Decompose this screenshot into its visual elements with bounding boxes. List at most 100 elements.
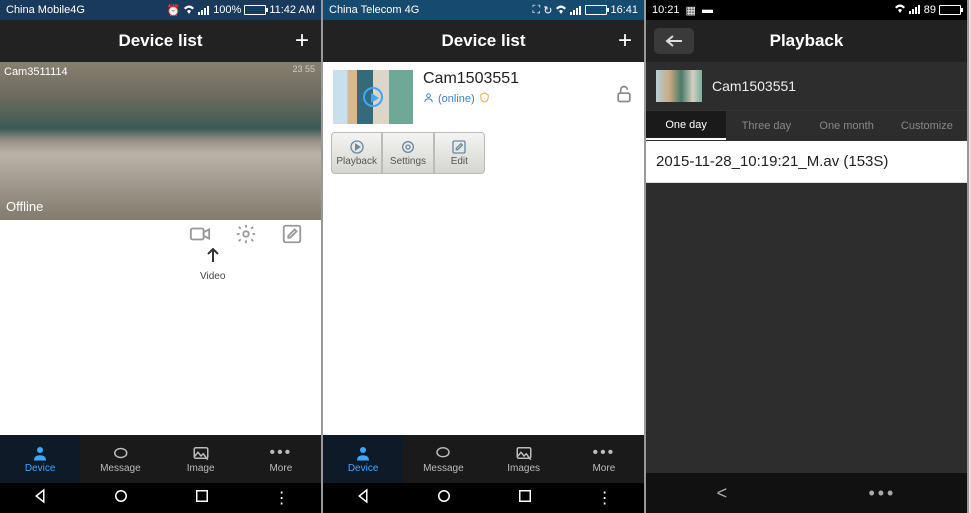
android-nav-bar: ⋮: [323, 483, 644, 513]
tab-more-label: More: [269, 463, 292, 474]
bottom-tabs: Device Message Images ••• More: [323, 435, 644, 483]
back-button[interactable]: [654, 28, 694, 54]
tab-images[interactable]: Images: [484, 435, 564, 483]
edit-label: Edit: [451, 156, 468, 167]
tab-device-label: Device: [25, 463, 56, 474]
phone-screen-3: 10:21 ▦ ▬ 89 Playback Cam1503551 One day…: [646, 0, 969, 513]
wifi-icon: [183, 5, 195, 15]
edit-button[interactable]: Edit: [434, 132, 485, 174]
camera-header: Cam1503551: [646, 62, 967, 111]
android-nav-bar: ⋮: [0, 483, 321, 513]
nav-back-button[interactable]: [354, 487, 372, 510]
tab-more[interactable]: ••• More: [241, 435, 321, 483]
play-icon: [363, 87, 383, 107]
tab-message[interactable]: Message: [403, 435, 483, 483]
camera-status-label: Offline: [6, 199, 43, 214]
header-bar: Device list +: [323, 20, 644, 62]
video-hint-label: Video: [200, 248, 225, 282]
tab-three-day[interactable]: Three day: [726, 111, 806, 140]
tab-one-day[interactable]: One day: [646, 111, 726, 140]
tab-images-label: Images: [507, 463, 540, 474]
tab-more-label: More: [592, 463, 615, 474]
bottom-tabs: Device Message Image ••• More: [0, 435, 321, 483]
status-bar: China Mobile4G ⏰ 100% 11:42 AM: [0, 0, 321, 20]
preview-timestamp: 23 55: [292, 64, 315, 74]
settings-icon[interactable]: [235, 223, 257, 250]
nav-home-button[interactable]: [435, 487, 453, 510]
page-title: Device list: [441, 31, 525, 51]
chat-icon: ▬: [702, 4, 713, 16]
tab-image-label: Image: [187, 463, 215, 474]
camera-info: Cam1503551 (online): [423, 70, 604, 106]
phone-screen-1: China Mobile4G ⏰ 100% 11:42 AM Device li…: [0, 0, 323, 513]
camera-online-label: (online): [438, 93, 475, 105]
recording-file-label: 2015-11-28_10:19:21_M.av (153S): [656, 153, 888, 170]
tab-device-label: Device: [348, 463, 379, 474]
android-nav-bar: < •••: [646, 473, 967, 513]
settings-label: Settings: [390, 156, 426, 167]
battery-pct: 100%: [213, 4, 241, 16]
tab-message[interactable]: Message: [80, 435, 160, 483]
user-icon: [423, 92, 434, 106]
status-bar: China Telecom 4G ⛶ ↻ 16:41: [323, 0, 644, 20]
tab-device[interactable]: Device: [323, 435, 403, 483]
wifi-icon: [894, 4, 906, 17]
camera-thumbnail[interactable]: [333, 70, 413, 124]
phone-screen-2: China Telecom 4G ⛶ ↻ 16:41 Device list +…: [323, 0, 646, 513]
sync-icon: ↻: [543, 4, 552, 17]
tab-message-label: Message: [100, 463, 141, 474]
nav-recent-button[interactable]: [516, 487, 534, 510]
nav-menu-button[interactable]: •••: [868, 483, 896, 504]
battery-icon: [585, 5, 607, 15]
nav-back-button[interactable]: <: [717, 483, 728, 504]
nav-back-button[interactable]: [31, 487, 49, 510]
add-device-button[interactable]: +: [618, 27, 632, 55]
alarm-icon: ⏰: [166, 4, 180, 17]
recording-file-row[interactable]: 2015-11-28_10:19:21_M.av (153S): [646, 141, 967, 183]
battery-icon: [939, 5, 961, 15]
carrier-label: China Telecom 4G: [329, 4, 419, 16]
time-range-tabs: One day Three day One month Customize: [646, 111, 967, 141]
camera-toolbar: [0, 220, 321, 252]
tab-one-month[interactable]: One month: [807, 111, 887, 140]
signal-icon: [909, 4, 921, 17]
status-time: 11:42 AM: [269, 4, 315, 16]
nav-menu-button[interactable]: ⋮: [274, 488, 290, 508]
camera-preview[interactable]: Cam3511114 23 55 Offline: [0, 62, 321, 220]
camera-name-label: Cam1503551: [423, 70, 604, 88]
playback-label: Playback: [336, 156, 377, 167]
header-bar: Device list +: [0, 20, 321, 62]
shield-icon: [479, 92, 490, 106]
grid-icon: ▦: [686, 4, 696, 17]
camera-row[interactable]: Cam1503551 (online): [323, 62, 644, 132]
camera-name-label: Cam1503551: [712, 78, 796, 94]
tab-customize[interactable]: Customize: [887, 111, 967, 140]
tab-message-label: Message: [423, 463, 464, 474]
header-bar: Playback: [646, 20, 967, 62]
camera-id-label: Cam3511114: [4, 66, 68, 78]
camera-thumbnail: [656, 70, 702, 102]
signal-icon: [198, 5, 210, 15]
tab-device[interactable]: Device: [0, 435, 80, 483]
page-title: Playback: [770, 31, 844, 51]
edit-icon[interactable]: [281, 223, 303, 250]
wifi-icon: [555, 5, 567, 15]
video-icon[interactable]: [189, 223, 211, 250]
signal-icon: [570, 5, 582, 15]
carrier-label: China Mobile4G: [6, 4, 85, 16]
add-device-button[interactable]: +: [295, 27, 309, 55]
status-time: 10:21: [652, 4, 680, 16]
playback-button[interactable]: Playback: [331, 132, 382, 174]
battery-icon: [244, 5, 266, 15]
tab-image[interactable]: Image: [161, 435, 241, 483]
nav-menu-button[interactable]: ⋮: [597, 488, 613, 508]
screenshot-icon: ⛶: [533, 4, 541, 17]
tab-more[interactable]: ••• More: [564, 435, 644, 483]
page-title: Device list: [118, 31, 202, 51]
unlock-icon[interactable]: [614, 70, 634, 109]
nav-recent-button[interactable]: [193, 487, 211, 510]
camera-actions: Playback Settings Edit: [323, 132, 493, 174]
nav-home-button[interactable]: [112, 487, 130, 510]
battery-pct: 89: [924, 4, 936, 16]
settings-button[interactable]: Settings: [382, 132, 433, 174]
